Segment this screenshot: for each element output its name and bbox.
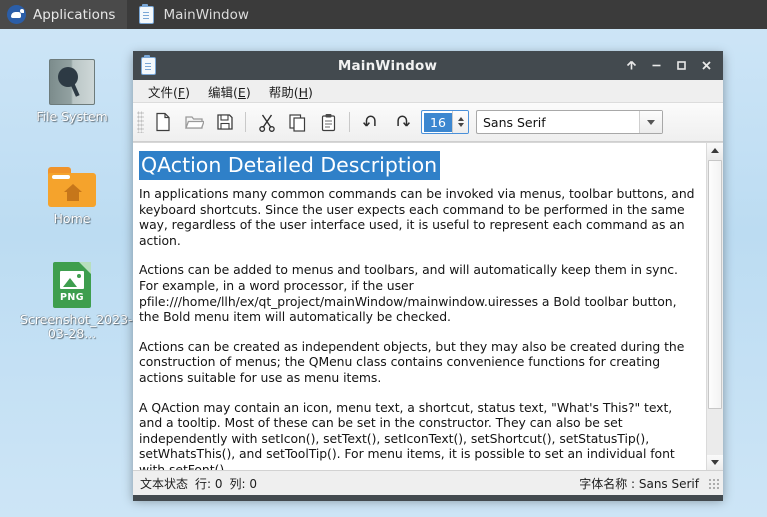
desktop-icon-label: Screenshot_2023-03-28... <box>20 312 133 341</box>
font-family-combobox[interactable]: Sans Serif <box>476 110 663 134</box>
font-family-value: Sans Serif <box>483 114 546 130</box>
stepper-up-icon[interactable] <box>457 117 464 121</box>
main-window: MainWindow 文件(F) 编辑(E) 帮助(H) 16 Sans Ser… <box>133 51 723 501</box>
cut-scissors-icon <box>258 114 275 132</box>
desktop-icon-screenshot[interactable]: PNG Screenshot_2023-03-28... <box>20 258 133 341</box>
stepper-down-icon[interactable] <box>457 123 464 127</box>
editor-vertical-scrollbar[interactable] <box>706 143 723 470</box>
maximize-button[interactable] <box>669 55 694 77</box>
menu-help-label: 帮助 <box>268 84 294 100</box>
editor-paragraph: Actions can be created as independent ob… <box>139 338 685 385</box>
open-folder-icon <box>184 116 204 129</box>
scrollbar-thumb[interactable] <box>708 160 722 409</box>
toolbar-drag-handle[interactable] <box>137 111 144 133</box>
undo-button[interactable] <box>355 108 386 136</box>
desktop-icon-file-system[interactable]: File System <box>20 55 124 124</box>
statusbar: 文本状态 行: 0 列: 0 字体名称 : Sans Serif <box>133 470 723 495</box>
cut-button[interactable] <box>251 108 282 136</box>
status-line-label: 行: 0 <box>195 476 223 491</box>
copy-icon <box>289 113 306 132</box>
shade-up-button[interactable] <box>619 55 644 77</box>
menubar: 文件(F) 编辑(E) 帮助(H) <box>133 80 723 103</box>
close-button[interactable] <box>694 55 719 77</box>
clipboard-icon <box>141 54 156 75</box>
font-size-value[interactable]: 16 <box>424 112 452 132</box>
desktop: Applications MainWindow File System Home… <box>0 0 767 517</box>
menu-help-mnemonic: H <box>298 84 309 100</box>
menu-help[interactable]: 帮助(H) <box>260 80 322 103</box>
toolbar: 16 Sans Serif <box>133 103 723 142</box>
redo-button[interactable] <box>386 108 417 136</box>
menu-file-mnemonic: F <box>177 84 186 100</box>
scroll-down-button[interactable] <box>707 455 723 470</box>
editor-heading: QAction Detailed Description <box>139 151 441 180</box>
copy-button[interactable] <box>282 108 313 136</box>
editor-paragraph: A QAction may contain an icon, menu text… <box>139 399 675 470</box>
desktop-icon-label: Home <box>53 211 91 226</box>
editor-paragraph: Actions can be added to menus and toolba… <box>139 262 678 325</box>
open-folder-button[interactable] <box>178 108 209 136</box>
window-titlebar[interactable]: MainWindow <box>133 51 723 80</box>
minimize-button[interactable] <box>644 55 669 77</box>
new-file-button[interactable] <box>147 108 178 136</box>
menu-file-label: 文件 <box>148 84 174 100</box>
menu-edit-mnemonic: E <box>237 84 246 100</box>
png-file-icon: PNG <box>20 258 124 308</box>
clipboard-icon <box>139 3 155 24</box>
drive-icon <box>20 55 124 105</box>
text-editor[interactable]: QAction Detailed Description In applicat… <box>133 143 706 470</box>
toolbar-separator <box>349 112 350 132</box>
applications-menu-button[interactable]: Applications <box>0 0 128 29</box>
taskbar-item-label: MainWindow <box>163 6 249 23</box>
scroll-up-button[interactable] <box>707 143 723 158</box>
window-bottom-border <box>133 495 723 501</box>
menu-edit[interactable]: 编辑(E) <box>199 80 260 103</box>
menu-edit-label: 编辑 <box>208 84 234 100</box>
desktop-icon-label: File System <box>36 109 108 124</box>
applications-menu-label: Applications <box>33 6 116 23</box>
taskbar-panel: Applications MainWindow <box>0 0 767 29</box>
text-editor-area: QAction Detailed Description In applicat… <box>133 142 723 470</box>
paste-clipboard-icon <box>321 113 336 131</box>
undo-icon <box>362 115 376 127</box>
window-resize-grip[interactable] <box>708 477 719 489</box>
scrollbar-track[interactable] <box>707 158 723 455</box>
paste-button[interactable] <box>313 108 344 136</box>
home-folder-icon <box>20 157 124 207</box>
toolbar-separator <box>245 112 246 132</box>
save-button[interactable] <box>209 108 240 136</box>
menu-file[interactable]: 文件(F) <box>139 80 199 103</box>
editor-paragraph: In applications many common commands can… <box>139 186 695 248</box>
status-column-label: 列: 0 <box>229 476 258 491</box>
desktop-icon-home[interactable]: Home <box>20 157 124 226</box>
font-size-spinbox[interactable]: 16 <box>421 110 469 134</box>
redo-icon <box>396 115 410 127</box>
png-badge-label: PNG <box>60 292 84 303</box>
window-title: MainWindow <box>337 57 438 74</box>
chevron-down-icon[interactable] <box>639 111 662 133</box>
status-state-label: 文本状态 <box>140 476 189 491</box>
xfce-rat-icon <box>7 5 26 24</box>
save-floppy-icon <box>216 114 233 130</box>
status-font-label: 字体名称 : Sans Serif <box>579 476 699 491</box>
font-size-stepper[interactable] <box>452 111 468 133</box>
new-file-icon <box>155 112 170 132</box>
taskbar-item-mainwindow[interactable]: MainWindow <box>127 0 260 29</box>
